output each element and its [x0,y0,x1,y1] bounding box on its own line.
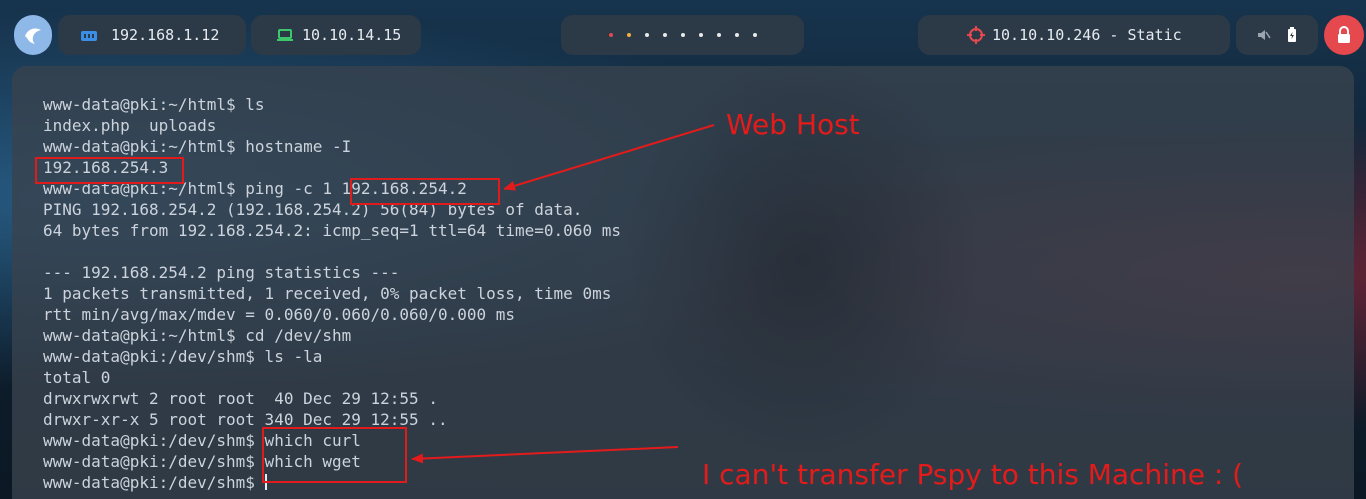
network-icon [81,31,97,41]
battery-icon[interactable] [1287,27,1297,43]
top-bar: 192.168.1.12 10.10.14.15 10.10.10.246 - … [0,0,1366,68]
vpn-ip-label: 10.10.14.15 [302,26,402,44]
annotation-arrows [411,124,715,464]
launcher-button[interactable] [14,15,52,55]
workspace-dot-9[interactable] [752,33,757,37]
workspace-dot-5[interactable] [680,33,685,37]
crosshair-icon [967,26,985,44]
local-ip-widget[interactable]: 192.168.1.12 [58,15,246,55]
lock-button[interactable] [1324,15,1364,55]
vpn-ip-widget[interactable]: 10.10.14.15 [251,15,421,55]
workspace-dot-1[interactable] [608,33,613,37]
monitor-icon [277,29,293,41]
workspace-dot-3[interactable] [644,33,649,37]
lock-icon [1338,26,1350,43]
annotation-web-host: Web Host [726,108,860,141]
workspace-dot-8[interactable] [734,33,739,37]
workspace-dot-4[interactable] [662,33,667,37]
system-status[interactable] [1236,15,1318,55]
local-ip-label: 192.168.1.12 [111,26,220,44]
arrow-to-ping-target [503,124,715,191]
target-label: 10.10.10.246 - Static [992,26,1182,44]
workspace-switcher[interactable] [561,15,804,55]
target-widget[interactable]: 10.10.10.246 - Static [918,15,1230,55]
workspace-dot-2[interactable] [626,33,631,37]
arrow-to-which-commands [411,446,679,464]
annotation-no-transfer: I can't transfer Pspy to this Machine : … [702,458,1244,491]
launcher-icon [25,28,41,44]
mute-icon[interactable] [1257,28,1271,42]
workspace-dot-7[interactable] [716,33,721,37]
terminal-window[interactable]: www-data@pki:~/html$ ls index.php uploads… [12,66,1354,499]
workspace-dot-6[interactable] [698,33,703,37]
